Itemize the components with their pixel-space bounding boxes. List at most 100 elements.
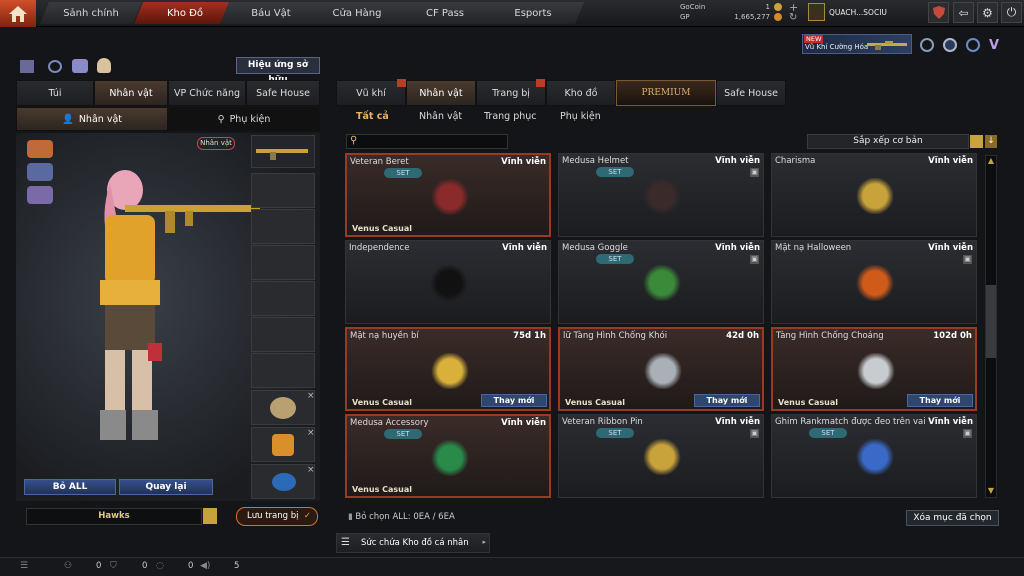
stance-mode-icon[interactable] [27, 163, 53, 181]
item-grid: Veteran Beret Vĩnh viễn SET Venus Casual Med… [345, 153, 981, 499]
item-card[interactable]: Charisma Vĩnh viễn [771, 153, 977, 237]
item-card[interactable]: Independence Vĩnh viễn [345, 240, 551, 324]
clan-icon[interactable]: ⛉ [110, 561, 117, 571]
event-badge-icon[interactable] [920, 38, 934, 52]
slot-accessory-3[interactable] [251, 464, 315, 499]
vip-badge-icon[interactable] [966, 38, 980, 52]
slot-accessory-1[interactable] [251, 390, 315, 425]
slot-vest[interactable] [251, 245, 315, 280]
filter-outfit[interactable]: Trang phục [484, 111, 537, 122]
pose-mode-icon[interactable] [27, 186, 53, 204]
ownership-effect-button[interactable]: Hiệu ứng sở hữu [236, 57, 320, 85]
item-card[interactable]: Mặt nạ Halloween Vĩnh viễn ▣ [771, 240, 977, 324]
item-card[interactable]: Mặt nạ huyền bí 75d 1h Venus Casual Thay mớ… [345, 327, 551, 411]
slot-boots[interactable] [251, 353, 315, 388]
sort-dropdown[interactable]: Sắp xếp cơ bản [807, 134, 969, 149]
left-tab-functional[interactable]: VP Chức năng [168, 80, 246, 106]
item-card[interactable]: Ghim Rankmatch được đeo trên vai Vĩnh viễ… [771, 414, 977, 498]
left-tab-bag[interactable]: Túi [16, 80, 94, 106]
sort-direction-icon[interactable]: ↓ [985, 135, 997, 148]
gear-icon[interactable]: ⚙ [977, 2, 998, 23]
right-tab-weapons[interactable]: Vũ khí [336, 80, 406, 106]
delete-selected-button[interactable]: Xóa mục đã chọn [906, 510, 999, 526]
exit-icon[interactable]: ⇦ [953, 2, 974, 23]
scroll-up-icon[interactable]: ▲ [986, 156, 996, 166]
filter-character[interactable]: Nhân vật [419, 111, 462, 122]
subtab-accessory[interactable]: ⚲ Phụ kiện [168, 107, 320, 131]
search-input[interactable]: ⚲ [346, 134, 508, 149]
slot-head[interactable] [251, 173, 315, 208]
slot-accessory-2[interactable] [251, 427, 315, 462]
nav-tab-inventory[interactable]: Kho Đồ [134, 2, 236, 24]
renew-button[interactable]: Thay mới [907, 394, 973, 407]
item-duration: Vĩnh viễn [928, 417, 973, 427]
item-card[interactable]: lữ Tàng Hình Chống Khói 42d 0h Venus Casua… [558, 327, 764, 411]
rank-avatar[interactable] [808, 3, 825, 21]
list-menu-icon[interactable] [203, 508, 217, 524]
friends-icon[interactable]: ⚇ [64, 561, 72, 571]
preset-name-field[interactable]: Hawks [26, 508, 202, 525]
slot-weapon[interactable] [251, 135, 315, 168]
refresh-currency-icon[interactable]: ↻ [789, 12, 797, 23]
crosshair-icon[interactable] [943, 38, 957, 52]
right-tab-safehouse[interactable]: Safe House [716, 80, 786, 106]
filter-accessory[interactable]: Phụ kiện [560, 111, 601, 122]
trophy-icon[interactable] [72, 59, 88, 73]
item-name: Medusa Goggle [562, 243, 628, 253]
scrollbar-thumb[interactable] [986, 285, 996, 358]
slot-backpack[interactable] [251, 281, 315, 316]
bomb-icon[interactable] [97, 58, 111, 73]
right-tab-storage[interactable]: Kho đồ [546, 80, 616, 106]
delete-item-icon[interactable]: ▣ [963, 255, 972, 264]
delete-item-icon[interactable]: ▣ [750, 429, 759, 438]
item-card[interactable]: Veteran Ribbon Pin Vĩnh viễn SET ▣ [558, 414, 764, 498]
filter-all[interactable]: Tất cả [356, 111, 389, 122]
nav-tab-esports[interactable]: Esports [482, 2, 584, 24]
close-icon[interactable]: × [307, 428, 315, 438]
v-logo-icon[interactable]: V [989, 38, 999, 53]
right-tab-character[interactable]: Nhân vật [406, 80, 476, 106]
close-icon[interactable]: × [307, 465, 315, 475]
left-tab-character[interactable]: Nhân vật [94, 80, 168, 106]
item-card[interactable]: Medusa Helmet Vĩnh viễn SET ▣ [558, 153, 764, 237]
item-card[interactable]: Tàng Hình Chống Choáng 102d 0h Venus Casua… [771, 327, 977, 411]
promo-banner[interactable]: NEW Vũ Khí Cường Hóa [802, 34, 912, 54]
save-loadout-button[interactable]: Lưu trang bị ✓ [236, 507, 318, 526]
nav-tab-shop[interactable]: Cửa Hàng [306, 2, 408, 24]
right-tab-premium[interactable]: PREMIUM [616, 80, 716, 106]
gift-icon[interactable] [20, 60, 34, 73]
emerald-accessory-icon [430, 440, 470, 476]
item-card[interactable]: Medusa Accessory Vĩnh viễn SET Venus Casual [345, 414, 551, 498]
nav-tab-cfpass[interactable]: CF Pass [394, 2, 496, 24]
subtab-character[interactable]: 👤 Nhân vật [16, 107, 168, 131]
delete-item-icon[interactable]: ▣ [750, 168, 759, 177]
power-icon[interactable]: ⏻ [1001, 2, 1022, 23]
home-button[interactable] [0, 0, 36, 27]
volume-icon[interactable]: ◀) [200, 561, 210, 571]
nav-tab-lobby[interactable]: Sảnh chính [40, 2, 142, 24]
item-card[interactable]: Medusa Goggle Vĩnh viễn SET ▣ [558, 240, 764, 324]
scroll-down-icon[interactable]: ▼ [986, 486, 996, 496]
chat-list-icon[interactable]: ☰ [20, 561, 28, 571]
remove-all-button[interactable]: Bỏ ALL [24, 479, 116, 495]
nav-tab-treasure[interactable]: Báu Vật [220, 2, 322, 24]
left-tab-safehouse[interactable]: Safe House [246, 80, 320, 106]
delete-item-icon[interactable]: ▣ [963, 429, 972, 438]
renew-button[interactable]: Thay mới [481, 394, 547, 407]
slot-face[interactable] [251, 209, 315, 244]
message-icon[interactable]: ◌ [156, 561, 164, 571]
slot-gloves[interactable] [251, 317, 315, 352]
item-card[interactable]: Veteran Beret Vĩnh viễn SET Venus Casual [345, 153, 551, 237]
item-duration: Vĩnh viễn [928, 156, 973, 166]
renew-button[interactable]: Thay mới [694, 394, 760, 407]
back-button[interactable]: Quay lại [119, 479, 213, 495]
clan-shield-icon[interactable] [928, 2, 949, 23]
layers-icon: ☰ [341, 537, 350, 548]
sort-list-icon[interactable] [970, 135, 983, 148]
sync-icon[interactable] [48, 60, 62, 73]
capacity-button[interactable]: ☰ Sức chứa Kho đồ cá nhân ▸ [336, 533, 490, 553]
character-mode-icon[interactable] [27, 140, 53, 158]
close-icon[interactable]: × [307, 391, 315, 401]
sunglasses-icon [429, 265, 469, 301]
delete-item-icon[interactable]: ▣ [750, 255, 759, 264]
